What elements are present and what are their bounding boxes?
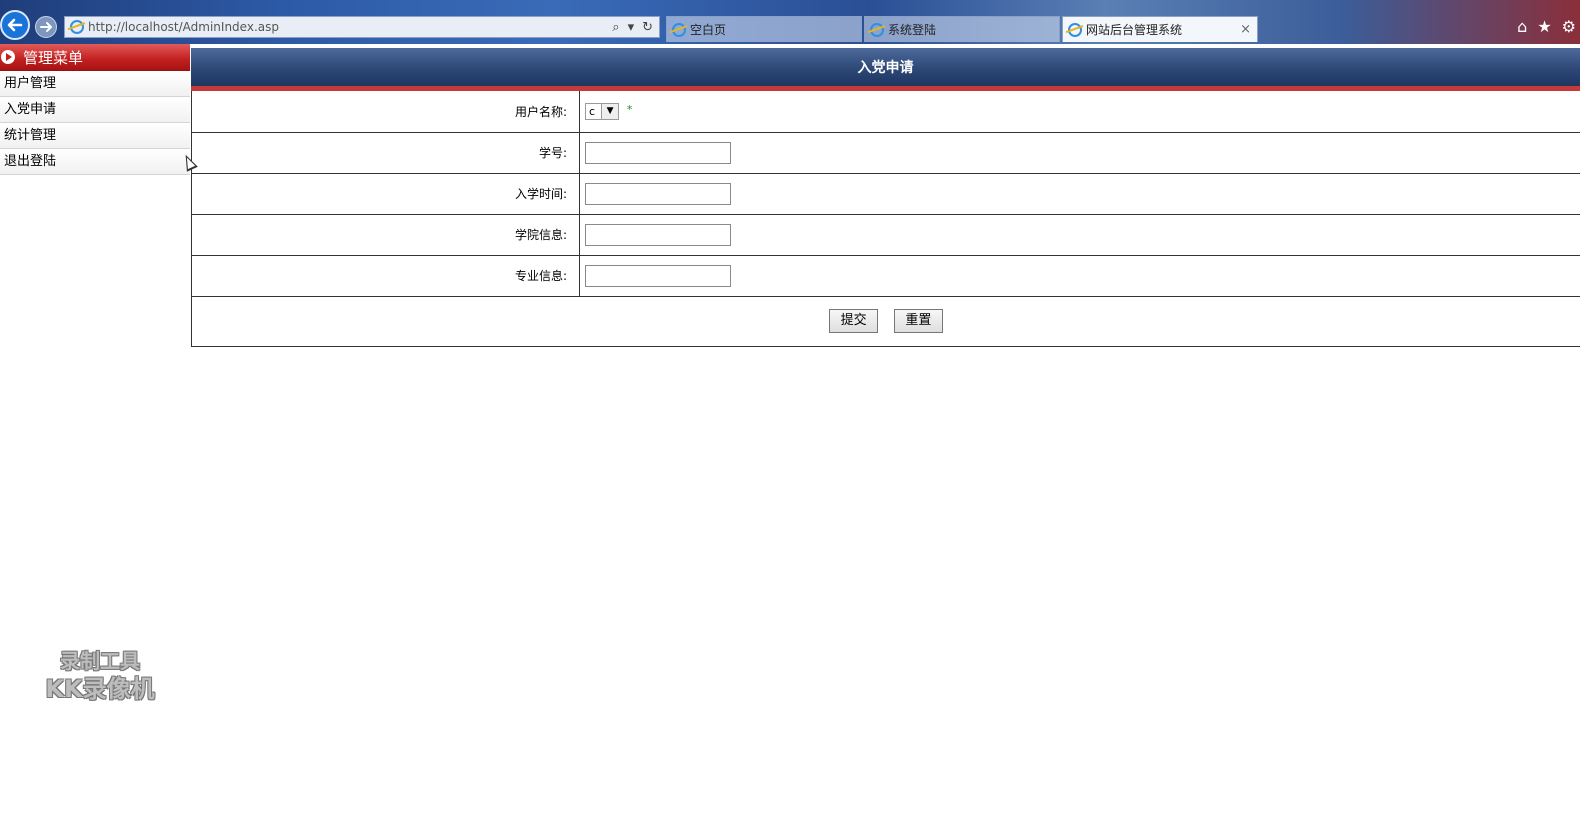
browser-chrome: http://localhost/AdminIndex.asp ⌕ ▾ ↻ 空白… (0, 0, 1580, 44)
play-circle-icon (1, 50, 15, 64)
watermark-line1: 录制工具 (60, 649, 140, 673)
menu-header: 管理菜单 (0, 44, 190, 71)
form-row: 学号: (191, 132, 1580, 174)
sidebar-item-statistics[interactable]: 统计管理 (0, 123, 190, 149)
arrow-right-icon (40, 22, 52, 32)
college-info-label: 学院信息: (191, 214, 580, 256)
ie-page-icon (672, 22, 686, 37)
browser-tab[interactable]: 系统登陆 (864, 16, 1060, 42)
back-button[interactable] (0, 10, 30, 40)
refresh-icon[interactable]: ↻ (642, 20, 653, 35)
page-title: 入党申请 (857, 60, 914, 76)
browser-tab[interactable]: 空白页 (666, 16, 862, 42)
username-select[interactable]: c ▼ (585, 102, 620, 120)
button-row: 提交 重置 (191, 296, 1580, 347)
tab-label: 网站后台管理系统 (1086, 23, 1183, 37)
dropdown-icon[interactable]: ▾ (628, 20, 635, 35)
main-content: 入党申请 用户名称: c ▼ * 学号: 入学时间: 学院信息: 专业信息: 提… (191, 48, 1580, 347)
username-select-value: c (589, 104, 596, 118)
reset-button[interactable]: 重置 (893, 309, 943, 333)
major-info-input[interactable] (585, 264, 731, 287)
username-label: 用户名称: (191, 91, 580, 133)
tab-label: 空白页 (690, 23, 727, 37)
sidebar-item-logout[interactable]: 退出登陆 (0, 149, 190, 175)
browser-tab-active[interactable]: 网站后台管理系统 × (1062, 16, 1258, 42)
form-row: 用户名称: c ▼ * (191, 91, 1580, 133)
sidebar: 管理菜单 用户管理 入党申请 统计管理 退出登陆 (0, 44, 190, 175)
page-title-bar: 入党申请 (191, 48, 1580, 91)
sidebar-item-user-management[interactable]: 用户管理 (0, 71, 190, 97)
major-info-label: 专业信息: (191, 255, 580, 297)
ie-page-icon (870, 22, 884, 37)
form-row: 专业信息: (191, 255, 1580, 297)
recorder-watermark: 录制工具 KK录像机 (30, 648, 170, 704)
gear-icon[interactable]: ⚙ (1562, 17, 1576, 36)
enrollment-date-label: 入学时间: (191, 173, 580, 215)
submit-button[interactable]: 提交 (829, 309, 879, 333)
search-icon[interactable]: ⌕ (612, 20, 619, 35)
college-info-input[interactable] (585, 223, 731, 246)
address-bar[interactable]: http://localhost/AdminIndex.asp ⌕ ▾ ↻ (64, 16, 660, 38)
ie-page-icon (1068, 22, 1082, 37)
forward-button[interactable] (35, 16, 57, 38)
close-icon[interactable]: × (1240, 22, 1251, 37)
sidebar-item-party-application[interactable]: 入党申请 (0, 97, 190, 123)
favorites-star-icon[interactable]: ★ (1537, 17, 1551, 36)
form-row: 入学时间: (191, 173, 1580, 215)
required-mark: * (626, 102, 633, 116)
address-url[interactable]: http://localhost/AdminIndex.asp (88, 20, 612, 34)
student-id-input[interactable] (585, 141, 731, 164)
watermark-line2: KK录像机 (45, 675, 155, 703)
form-row: 学院信息: (191, 214, 1580, 256)
menu-header-label: 管理菜单 (23, 48, 84, 67)
enrollment-date-input[interactable] (585, 182, 731, 205)
ie-page-icon (70, 20, 84, 34)
home-icon[interactable]: ⌂ (1517, 17, 1527, 36)
application-form: 用户名称: c ▼ * 学号: 入学时间: 学院信息: 专业信息: 提交 重置 (191, 91, 1580, 347)
tab-label: 系统登陆 (888, 23, 937, 37)
student-id-label: 学号: (191, 132, 580, 174)
arrow-left-icon (7, 18, 23, 32)
chevron-down-icon[interactable]: ▼ (601, 103, 619, 119)
